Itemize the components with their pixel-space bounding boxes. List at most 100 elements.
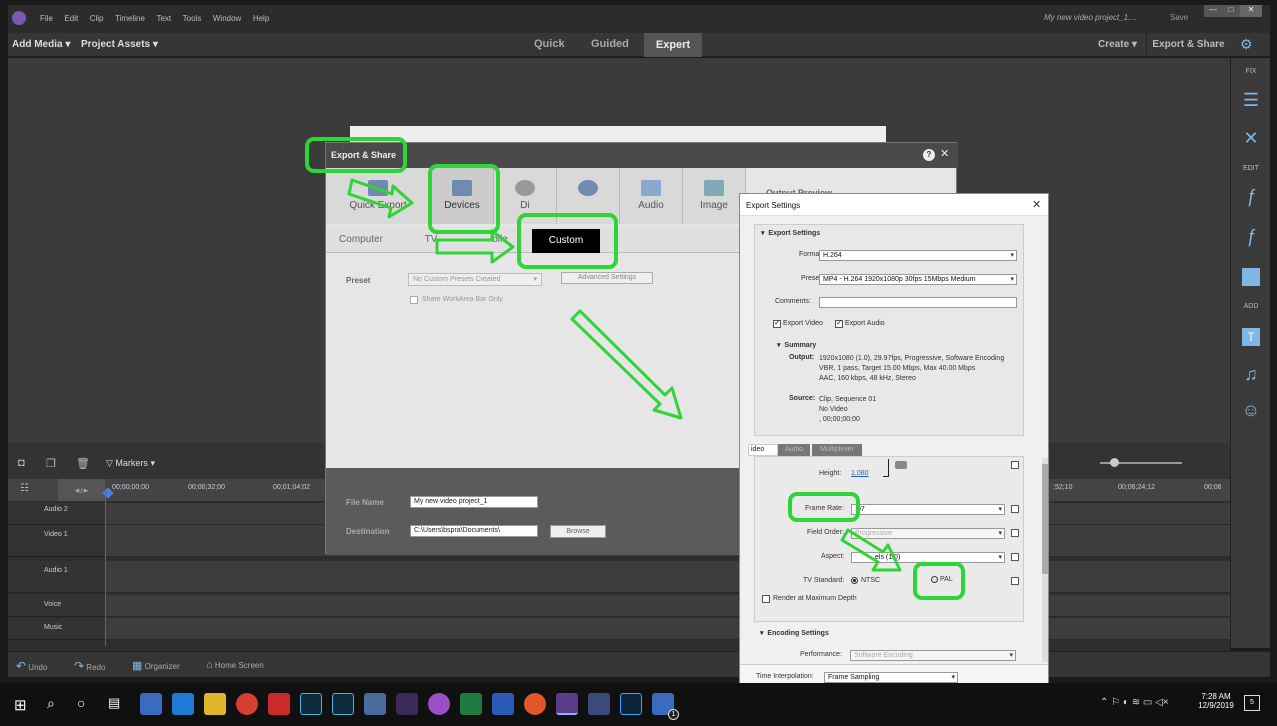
lane-audio-1[interactable]: [105, 561, 1230, 593]
tab-audio-xs[interactable]: Audio: [778, 444, 810, 456]
gear-icon[interactable]: ⚙: [1240, 36, 1253, 53]
timeline-settings-icon[interactable]: ☷: [20, 483, 29, 494]
lightroom-icon[interactable]: [300, 693, 322, 715]
menu-clip[interactable]: Clip: [90, 14, 104, 23]
mode-guided[interactable]: Guided: [591, 38, 629, 50]
chain-link-icon[interactable]: [895, 461, 907, 469]
project-assets-button[interactable]: Project Assets ▾: [81, 39, 158, 50]
settings-scrollbar-thumb[interactable]: [1042, 464, 1048, 574]
premiere-elements-icon[interactable]: [396, 693, 418, 715]
search-icon[interactable]: ⌕: [47, 695, 55, 712]
undo-button[interactable]: ↶ Undo: [16, 659, 47, 673]
track-voice[interactable]: Voice: [8, 595, 105, 617]
share-workarea-checkbox[interactable]: [410, 296, 418, 304]
tv-standard-checkbox[interactable]: [1011, 577, 1019, 585]
field-order-checkbox[interactable]: [1011, 529, 1019, 537]
premiere-elements-active-icon[interactable]: [556, 693, 578, 715]
field-order-select[interactable]: Progressive: [851, 528, 1005, 539]
menu-tools[interactable]: Tools: [183, 14, 202, 23]
camera-icon[interactable]: ◘: [18, 457, 25, 469]
preset-select-xs[interactable]: MP4 - H.264 1920x1080p 30fps 15Mbps Medi…: [819, 274, 1017, 285]
track-audio-1[interactable]: Audio 1: [8, 561, 105, 593]
home-screen-button[interactable]: ⌂ Home Screen: [206, 659, 264, 671]
fx-icon[interactable]: ƒ: [1231, 226, 1271, 247]
lane-voice[interactable]: [105, 595, 1230, 617]
tab-video-xs[interactable]: ideo: [748, 444, 778, 456]
encoding-settings-section[interactable]: ▾ Encoding Settings: [760, 629, 829, 637]
tab-image[interactable]: Image: [683, 168, 746, 224]
taskbar-app-icon-1[interactable]: [140, 693, 162, 715]
menu-file[interactable]: File: [40, 14, 53, 23]
menu-timeline[interactable]: Timeline: [115, 14, 145, 23]
format-select[interactable]: H.264: [819, 250, 1017, 261]
graphics-icon[interactable]: ☺: [1231, 400, 1271, 421]
export-settings-section[interactable]: ▾ Export Settings: [761, 229, 820, 237]
taskbar-app-icon-2[interactable]: [172, 693, 194, 715]
subtab-computer[interactable]: Computer: [326, 227, 396, 253]
export-settings-close-icon[interactable]: ✕: [1032, 198, 1041, 211]
track-video-1[interactable]: Video 1: [8, 525, 105, 557]
export-share-button[interactable]: Export & Share: [1146, 33, 1230, 57]
maximize-button[interactable]: □: [1222, 5, 1240, 17]
redo-button[interactable]: ↷ Redo: [74, 659, 105, 673]
minimize-button[interactable]: —: [1204, 5, 1222, 17]
close-button[interactable]: ✕: [1240, 5, 1262, 17]
excel-icon[interactable]: [460, 693, 482, 715]
windows-start-icon[interactable]: ⊞: [14, 696, 27, 714]
frame-rate-select[interactable]: .97: [851, 504, 1005, 515]
music-icon[interactable]: ♫: [1231, 364, 1271, 385]
browse-button[interactable]: Browse: [550, 525, 606, 538]
taskbar-app-icon-3[interactable]: [364, 693, 386, 715]
frame-rate-checkbox[interactable]: [1011, 505, 1019, 513]
help-icon[interactable]: ?: [923, 149, 935, 161]
organizer-button[interactable]: ▦ Organizer: [132, 659, 180, 672]
smart-fix-icon[interactable]: ❐: [46, 457, 56, 470]
time-interp-select[interactable]: Frame Sampling: [824, 672, 958, 683]
chrome-icon[interactable]: [236, 693, 258, 715]
preset-select[interactable]: No Custom Presets Created ▾: [408, 273, 542, 286]
menu-help[interactable]: Help: [253, 14, 269, 23]
effects-fx-icon[interactable]: ƒ: [1231, 186, 1271, 207]
file-explorer-icon[interactable]: [204, 693, 226, 715]
creative-cloud-icon[interactable]: [268, 693, 290, 715]
create-button[interactable]: Create ▾: [1098, 39, 1137, 50]
performance-select[interactable]: Software Encoding: [850, 650, 1016, 661]
titles-icon[interactable]: T: [1242, 328, 1260, 346]
audio-scrub-icon[interactable]: ◂♪▸: [58, 479, 105, 501]
comments-input[interactable]: [819, 297, 1017, 308]
menu-edit[interactable]: Edit: [64, 14, 78, 23]
tools-icon[interactable]: ✕: [1231, 128, 1271, 149]
system-tray-icons[interactable]: ⌃ ⚐ ◐ ≋ ▭ ◁×: [1100, 697, 1169, 708]
taskbar-app-icon-4[interactable]: [524, 693, 546, 715]
save-button[interactable]: Save: [1170, 13, 1188, 22]
height-value[interactable]: 1,080: [851, 470, 869, 477]
task-view-icon[interactable]: ▤: [108, 695, 120, 711]
mode-quick[interactable]: Quick: [534, 38, 565, 50]
file-name-input[interactable]: My new video project_1: [410, 496, 538, 508]
destination-input[interactable]: C:\Users\bspra\Documents\: [410, 525, 538, 537]
height-match-checkbox[interactable]: [1011, 461, 1019, 469]
photoshop-icon[interactable]: [620, 693, 642, 715]
export-audio-checkbox[interactable]: ✓: [835, 318, 843, 328]
add-media-button[interactable]: Add Media ▾: [12, 39, 70, 50]
dialog-close-icon[interactable]: ✕: [940, 147, 949, 160]
taskbar-app-icon-5[interactable]: [588, 693, 610, 715]
maps-icon[interactable]: [428, 693, 450, 715]
export-video-checkbox[interactable]: ✓: [773, 318, 781, 328]
trash-icon[interactable]: 🗑: [76, 457, 90, 470]
notification-icon[interactable]: 5: [1244, 695, 1260, 711]
lane-music[interactable]: [105, 618, 1230, 640]
summary-section[interactable]: ▾ Summary: [777, 341, 816, 349]
transitions-icon[interactable]: [1242, 268, 1260, 286]
ntsc-radio[interactable]: [851, 577, 858, 584]
menu-window[interactable]: Window: [213, 14, 241, 23]
cortana-icon[interactable]: ○: [77, 695, 85, 711]
track-audio-2[interactable]: Audio 2: [8, 503, 105, 525]
render-max-depth-checkbox[interactable]: [762, 595, 770, 603]
zoom-slider-handle[interactable]: [1110, 458, 1119, 467]
clock[interactable]: 7:28 AM 12/9/2019: [1196, 692, 1236, 710]
lightroom-classic-icon[interactable]: [332, 693, 354, 715]
menu-text[interactable]: Text: [156, 14, 171, 23]
track-music[interactable]: Music: [8, 618, 105, 640]
tab-multiplexer-xs[interactable]: Multiplexer: [812, 444, 862, 456]
